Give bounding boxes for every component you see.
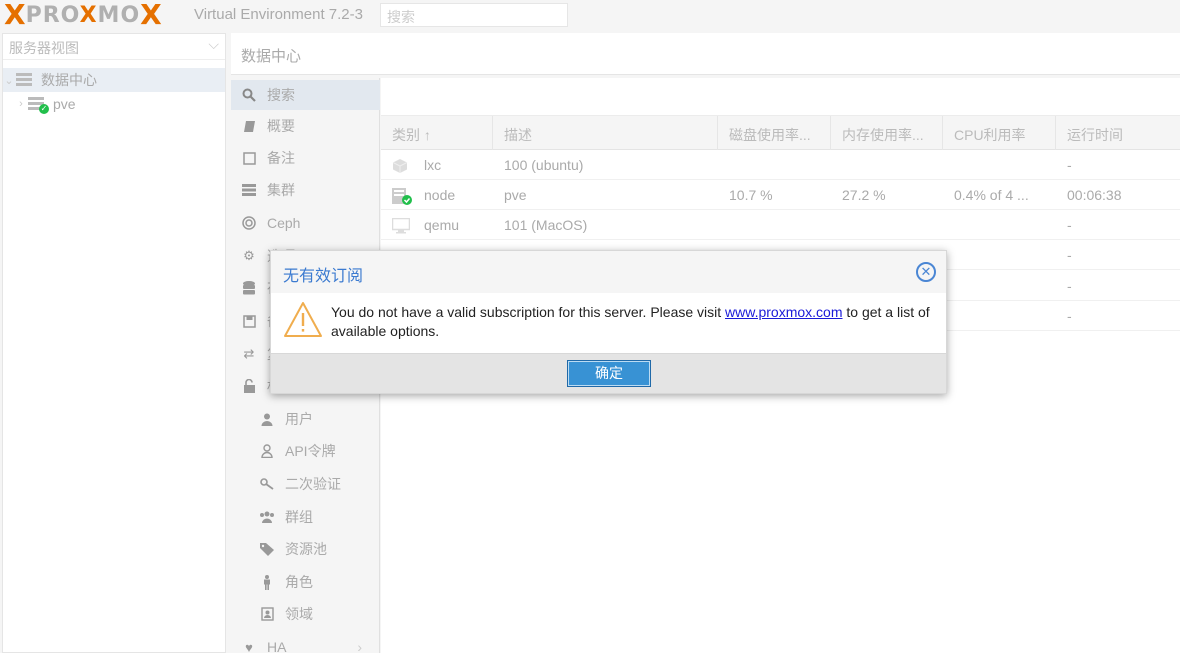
column-header-uptime[interactable]: 运行时间 [1056,116,1180,150]
tree-item-datacenter[interactable]: ⌄ 数据中心 [3,68,225,92]
proxmox-link[interactable]: www.proxmox.com [725,304,842,320]
tree-item-node[interactable]: › ✓ pve [3,92,225,116]
dialog-title: 无有效订阅 [283,268,364,285]
heartbeat-icon: ♥ [245,639,253,653]
expand-arrow-icon: › [357,639,362,653]
male-icon [259,574,275,590]
node-online-icon [392,188,412,206]
users-icon [259,509,275,525]
user-outline-icon [259,443,275,459]
resource-tree: 服务器视图 ⌵ ⌄ 数据中心 › ✓ pve [2,33,226,653]
nav-item-two-factor[interactable]: 二次验证 [231,469,380,499]
nav-item-groups[interactable]: 群组 [231,502,380,532]
gear-icon: ⚙ [243,248,255,263]
tags-icon [259,541,275,557]
no-subscription-dialog: 无有效订阅 ✕ You do not have a valid subscrip… [270,250,947,394]
view-selector[interactable]: 服务器视图 ⌵ [3,34,225,60]
server-icon [15,73,33,87]
retweet-icon: ⇄ [243,346,255,361]
table-row[interactable]: lxc 100 (ubuntu) - [381,150,1180,180]
column-header-description[interactable]: 描述 [493,116,718,150]
dialog-header: 无有效订阅 ✕ [271,251,946,293]
nav-item-users[interactable]: 用户 [231,404,380,434]
node-online-icon: ✓ [27,97,49,114]
ceph-icon [241,215,257,231]
close-icon[interactable]: ✕ [916,262,936,282]
dialog-footer: 确定 [271,353,946,393]
column-header-cpu[interactable]: CPU利用率 [943,116,1056,150]
proxmox-logo: X PROXMO X [4,0,162,31]
collapse-arrow-icon[interactable]: ⌄ [3,74,15,87]
nav-item-notes[interactable]: 备注 [231,143,380,173]
nav-item-roles[interactable]: 角色 [231,567,380,597]
book-icon [241,118,257,134]
content-header: 数据中心 [231,33,1180,75]
database-icon [241,280,257,296]
warning-icon [284,302,322,337]
user-icon [259,411,275,427]
nav-item-summary[interactable]: 概要 [231,111,380,141]
column-header-type[interactable]: 类别 ↑ [381,116,493,150]
note-icon [241,150,257,166]
desktop-icon [391,218,411,234]
version-label: Virtual Environment 7.2-3 [194,6,363,23]
top-bar: X PROXMO X Virtual Environment 7.2-3 搜索 [0,0,1180,32]
save-icon [241,313,257,329]
page-title: 数据中心 [241,48,302,65]
nav-item-api-tokens[interactable]: API令牌 [231,436,380,466]
table-row[interactable]: node pve 10.7 % 27.2 % 0.4% of 4 ... 00:… [381,180,1180,210]
nav-item-cluster[interactable]: 集群 [231,175,380,205]
dialog-body: You do not have a valid subscription for… [271,293,946,353]
dialog-message: You do not have a valid subscription for… [331,304,930,339]
address-book-icon [259,606,275,622]
nav-item-ceph[interactable]: Ceph [231,208,380,238]
nav-item-search[interactable]: 搜索 [231,80,380,110]
nav-item-pools[interactable]: 资源池 [231,534,380,564]
expand-arrow-icon[interactable]: › [15,98,27,110]
ok-button[interactable]: 确定 [567,360,651,387]
column-header-disk[interactable]: 磁盘使用率... [718,116,831,150]
table-row[interactable]: qemu 101 (MacOS) - [381,210,1180,240]
nav-item-realms[interactable]: 领域 [231,599,380,629]
chevron-down-icon: ⌵ [208,36,219,52]
key-icon [259,476,275,492]
search-input[interactable]: 搜索 [380,3,568,27]
search-icon [241,87,257,103]
container-icon [392,158,410,174]
nav-item-ha[interactable]: ♥ HA › [231,632,380,653]
unlock-icon [241,378,257,394]
grid-toolbar [381,78,1180,116]
server-icon [241,182,257,198]
grid-header: 类别 ↑ 描述 磁盘使用率... 内存使用率... CPU利用率 运行时间 [381,116,1180,150]
column-header-memory[interactable]: 内存使用率... [831,116,943,150]
